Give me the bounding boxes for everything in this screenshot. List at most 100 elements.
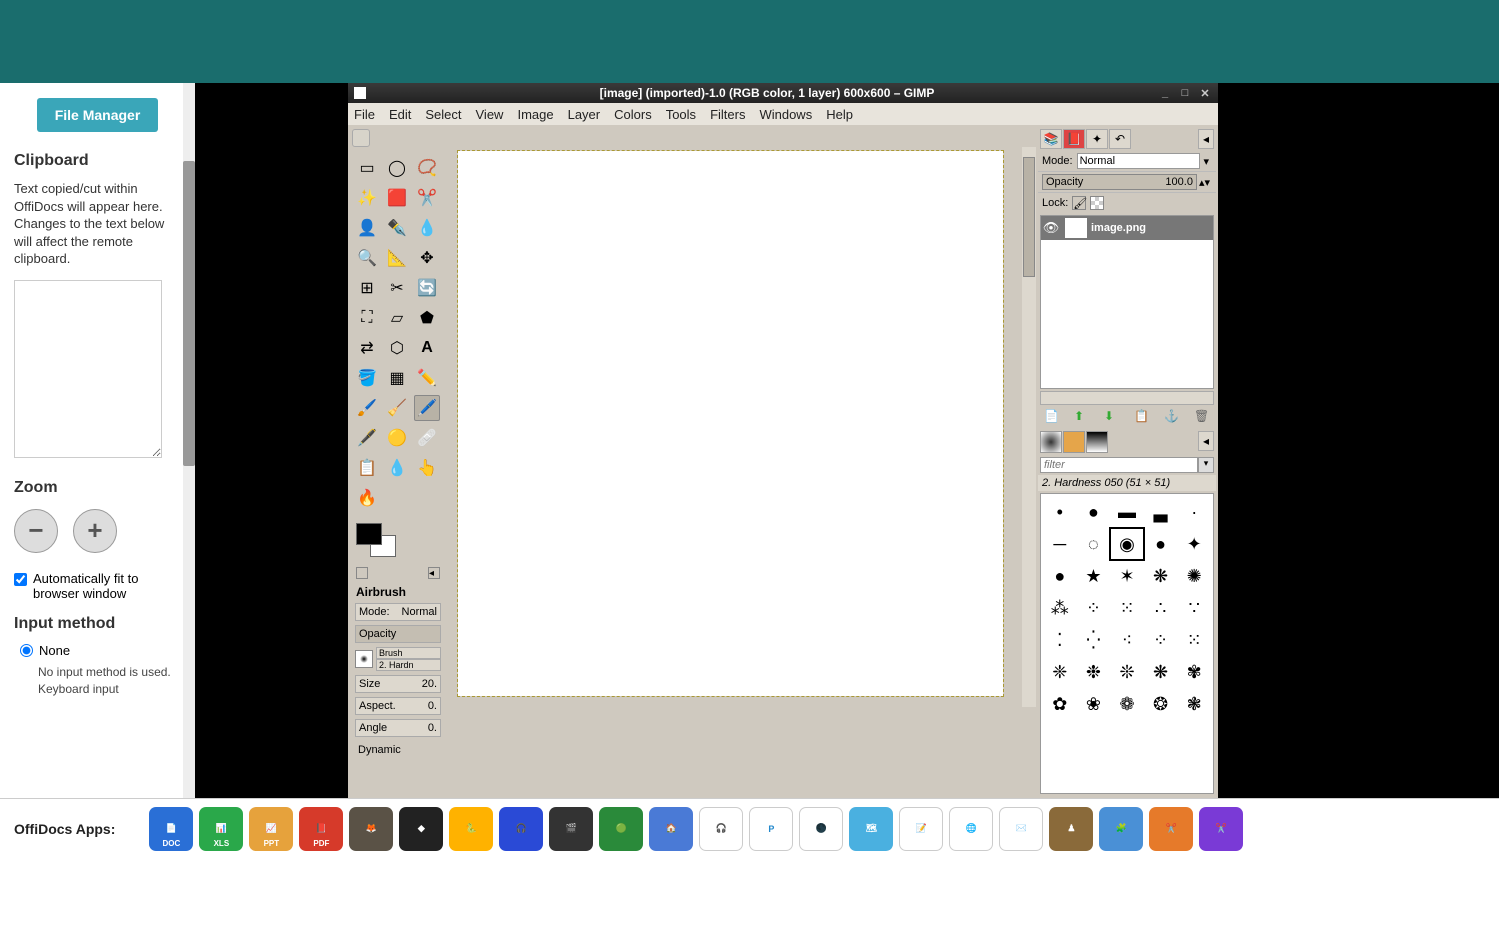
brush-cell[interactable]: ⁙: [1111, 593, 1143, 623]
menu-help[interactable]: Help: [826, 107, 853, 122]
sidebar-scrollbar-thumb[interactable]: [183, 161, 195, 466]
brush-cell[interactable]: ◌: [1078, 529, 1110, 559]
patterns-tab-icon[interactable]: [1063, 431, 1085, 453]
app-sweethome-icon[interactable]: 🏠: [649, 807, 693, 851]
minimize-button[interactable]: _: [1158, 87, 1172, 99]
app-eclipse-icon[interactable]: 🌑: [799, 807, 843, 851]
fuzzy-select-tool-icon[interactable]: ✨: [354, 185, 380, 211]
auto-fit-checkbox-row[interactable]: Automatically fit to browser window: [14, 571, 181, 601]
app-pitivi-icon[interactable]: ✂️: [1199, 807, 1243, 851]
auto-fit-checkbox[interactable]: [14, 573, 27, 586]
menu-view[interactable]: View: [476, 107, 504, 122]
brush-cell[interactable]: ⁖: [1111, 625, 1143, 655]
app-mail-icon[interactable]: ✉️: [999, 807, 1043, 851]
brush-cell[interactable]: ❋: [1145, 657, 1177, 687]
measure-tool-icon[interactable]: 📐: [384, 245, 410, 271]
app-yellow-icon[interactable]: 🐍: [449, 807, 493, 851]
brush-cell[interactable]: ⁚: [1044, 625, 1076, 655]
brush-cell[interactable]: ●: [1145, 529, 1177, 559]
undo-tab-icon[interactable]: ↶: [1109, 129, 1131, 149]
tool-angle-row[interactable]: Angle 0.: [355, 719, 441, 737]
app-doc-icon[interactable]: 📄DOC: [149, 807, 193, 851]
brush-cell[interactable]: ·: [1178, 497, 1210, 527]
brush-cell[interactable]: •: [1044, 497, 1076, 527]
gimp-titlebar[interactable]: [image] (imported)-1.0 (RGB color, 1 lay…: [348, 83, 1218, 103]
bucket-fill-tool-icon[interactable]: 🪣: [354, 365, 380, 391]
by-color-select-tool-icon[interactable]: 🟥: [384, 185, 410, 211]
app-ppt-icon[interactable]: 📈PPT: [249, 807, 293, 851]
brush-cell[interactable]: ❈: [1044, 657, 1076, 687]
lock-pixels-icon[interactable]: 🖌: [1072, 196, 1086, 210]
brush-cell[interactable]: ❋: [1145, 561, 1177, 591]
app-pdf-icon[interactable]: 📕PDF: [299, 807, 343, 851]
blend-tool-icon[interactable]: ▦: [384, 365, 410, 391]
layer-list-hscroll[interactable]: [1040, 391, 1214, 405]
tool-options-menu-icon[interactable]: ◂: [428, 567, 440, 579]
channels-tab-icon[interactable]: 📕: [1063, 129, 1085, 149]
heal-tool-icon[interactable]: 🩹: [414, 425, 440, 451]
duplicate-layer-icon[interactable]: 📋: [1134, 409, 1150, 425]
brush-panel-menu-icon[interactable]: ◂: [1198, 431, 1214, 451]
ink-tool-icon[interactable]: 🖋️: [354, 425, 380, 451]
brush-cell[interactable]: ❂: [1145, 689, 1177, 719]
brush-cell[interactable]: ▃: [1145, 497, 1177, 527]
scale-tool-icon[interactable]: ⛶: [354, 305, 380, 331]
brush-cell[interactable]: ❁: [1111, 689, 1143, 719]
blur-tool-icon[interactable]: 💧: [384, 455, 410, 481]
tool-size-row[interactable]: Size 20.: [355, 675, 441, 693]
menu-edit[interactable]: Edit: [389, 107, 411, 122]
brush-cell[interactable]: ⁂: [1044, 593, 1076, 623]
menu-tools[interactable]: Tools: [666, 107, 696, 122]
brush-cell[interactable]: ✿: [1044, 689, 1076, 719]
layer-mode-row[interactable]: Mode: Normal ▾: [1038, 151, 1216, 172]
brush-cell[interactable]: ⁛: [1078, 625, 1110, 655]
gimp-canvas[interactable]: [458, 151, 1003, 696]
color-swatches[interactable]: [356, 523, 396, 557]
tool-options-tab-icon[interactable]: [356, 567, 368, 579]
brush-cell[interactable]: ❉: [1078, 657, 1110, 687]
layer-item[interactable]: 👁 image.png: [1041, 216, 1213, 240]
canvas-scrollbar-thumb[interactable]: [1023, 157, 1035, 277]
menu-select[interactable]: Select: [425, 107, 461, 122]
layer-name-label[interactable]: image.png: [1091, 222, 1213, 234]
free-select-tool-icon[interactable]: 📿: [414, 155, 440, 181]
brush-cell[interactable]: ∵: [1178, 593, 1210, 623]
input-none-radio-row[interactable]: None: [20, 643, 181, 658]
canvas-vertical-scrollbar[interactable]: [1022, 147, 1036, 707]
scissors-tool-icon[interactable]: ✂️: [414, 185, 440, 211]
brushes-tab-icon[interactable]: [1040, 431, 1062, 453]
menu-layer[interactable]: Layer: [568, 107, 601, 122]
rotate-tool-icon[interactable]: 🔄: [414, 275, 440, 301]
cage-tool-icon[interactable]: ⬡: [384, 335, 410, 361]
brush-cell-selected[interactable]: ◉: [1111, 529, 1143, 559]
app-text-icon[interactable]: 📝: [899, 807, 943, 851]
brush-cell[interactable]: ⁘: [1145, 625, 1177, 655]
raise-layer-icon[interactable]: ⬆: [1074, 409, 1090, 425]
app-headphones-icon[interactable]: 🎧: [699, 807, 743, 851]
app-openshot-icon[interactable]: ✂️: [1149, 807, 1193, 851]
pencil-tool-icon[interactable]: ✏️: [414, 365, 440, 391]
lock-alpha-icon[interactable]: [1090, 196, 1104, 210]
align-tool-icon[interactable]: ⊞: [354, 275, 380, 301]
menu-image[interactable]: Image: [517, 107, 553, 122]
brush-cell[interactable]: ❊: [1111, 657, 1143, 687]
maximize-button[interactable]: □: [1178, 87, 1192, 99]
perspective-tool-icon[interactable]: ⬟: [414, 305, 440, 331]
new-layer-icon[interactable]: 📄: [1044, 409, 1060, 425]
file-manager-button[interactable]: File Manager: [37, 98, 159, 132]
brush-cell[interactable]: ❀: [1078, 689, 1110, 719]
brush-cell[interactable]: ●: [1078, 497, 1110, 527]
dodge-tool-icon[interactable]: 🔥: [354, 485, 380, 511]
brush-filter-dropdown-icon[interactable]: ▾: [1198, 457, 1214, 473]
brush-filter-input[interactable]: [1040, 457, 1198, 473]
app-puzzle-icon[interactable]: 🧩: [1099, 807, 1143, 851]
lower-layer-icon[interactable]: ⬇: [1104, 409, 1120, 425]
brush-cell[interactable]: ∴: [1145, 593, 1177, 623]
menu-file[interactable]: File: [354, 107, 375, 122]
sidebar-scrollbar[interactable]: [183, 83, 195, 798]
delete-layer-icon[interactable]: 🗑: [1194, 409, 1210, 425]
tool-mode-row[interactable]: Mode: Normal: [355, 603, 441, 621]
airbrush-tool-icon[interactable]: 🖊️: [414, 395, 440, 421]
menu-windows[interactable]: Windows: [759, 107, 812, 122]
shear-tool-icon[interactable]: ▱: [384, 305, 410, 331]
